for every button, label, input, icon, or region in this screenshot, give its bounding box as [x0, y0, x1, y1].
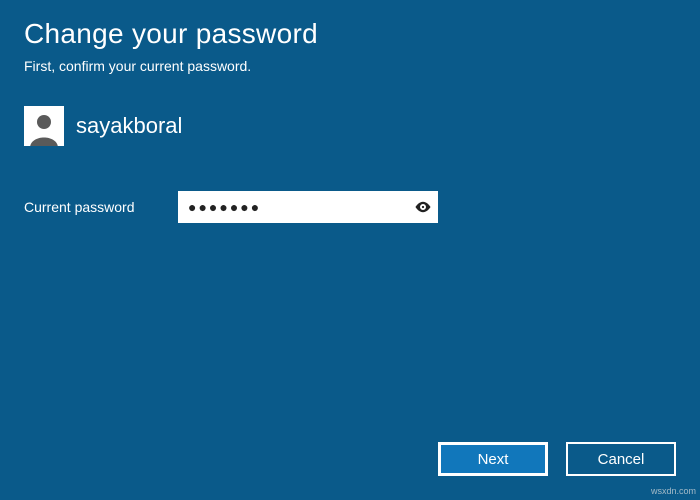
username: sayakboral	[76, 113, 182, 139]
cancel-button[interactable]: Cancel	[566, 442, 676, 476]
watermark: wsxdn.com	[651, 486, 696, 496]
current-password-input[interactable]	[178, 191, 408, 223]
password-input-wrapper[interactable]	[178, 191, 438, 223]
page-subtitle: First, confirm your current password.	[24, 58, 676, 74]
eye-icon	[414, 198, 432, 216]
current-password-row: Current password	[24, 191, 676, 223]
current-password-label: Current password	[24, 199, 154, 215]
next-button[interactable]: Next	[438, 442, 548, 476]
reveal-password-button[interactable]	[408, 191, 438, 223]
page-title: Change your password	[24, 18, 676, 50]
action-buttons: Next Cancel	[438, 442, 676, 476]
avatar	[24, 106, 64, 146]
user-icon	[26, 110, 62, 146]
user-row: sayakboral	[24, 106, 676, 146]
